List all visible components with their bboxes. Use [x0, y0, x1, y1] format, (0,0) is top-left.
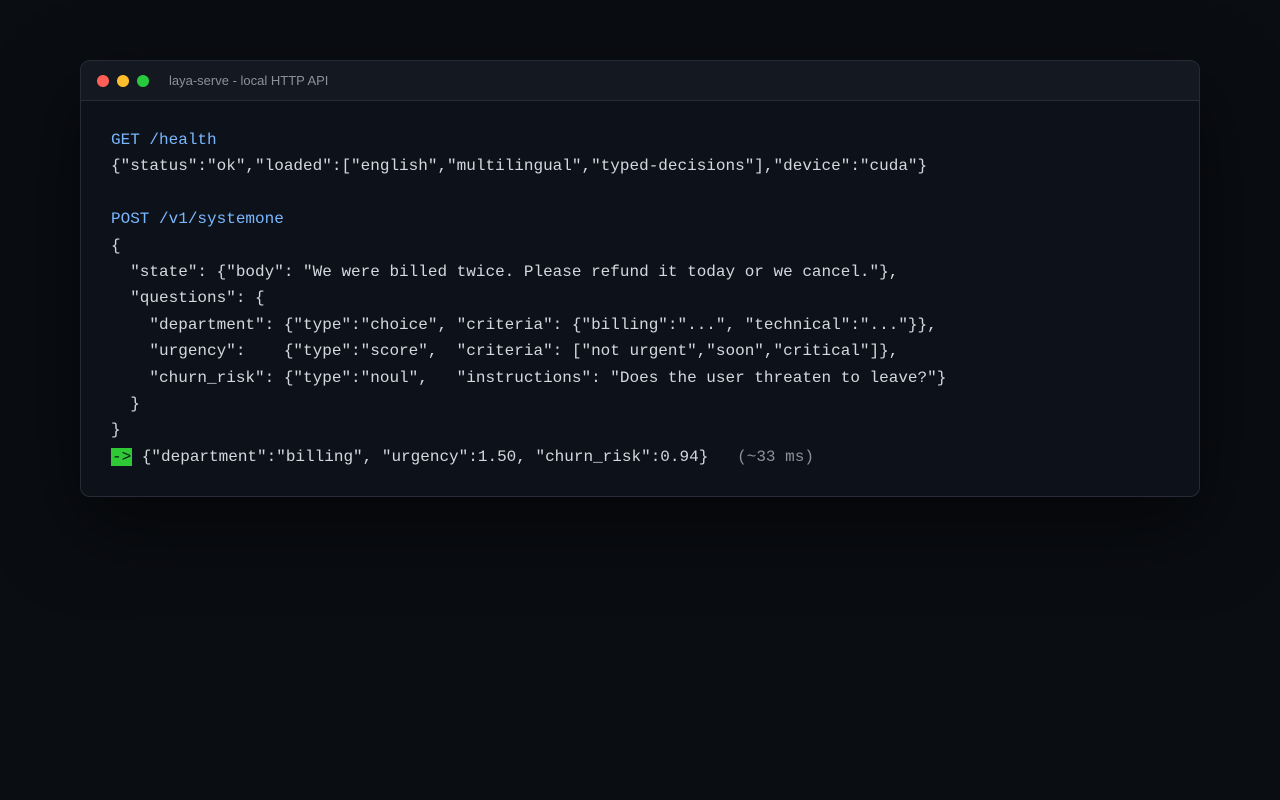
minimize-window-button[interactable] — [117, 74, 129, 87]
result-json: {"department":"billing", "urgency":1.50,… — [132, 447, 738, 466]
request-body-line: "churn_risk": {"type":"noul", "instructi… — [111, 368, 947, 387]
health-request-line: GET /health — [111, 131, 217, 149]
request-body-line: } — [111, 421, 121, 440]
request-body-line: "urgency": {"type":"score", "criteria": … — [111, 342, 899, 361]
terminal-window: laya-serve - local HTTP API GET /health … — [80, 60, 1200, 497]
request-body-line: { — [111, 236, 121, 255]
window-title: laya-serve - local HTTP API — [169, 73, 329, 88]
post-request-line: POST /v1/systemone — [111, 210, 284, 229]
timing-text: (~33 ms) — [737, 447, 814, 466]
result-line: -> {"department":"billing", "urgency":1.… — [111, 444, 1169, 470]
health-response-line: {"status":"ok","loaded":["english","mult… — [111, 157, 928, 176]
request-body-line: "questions": { — [111, 289, 265, 308]
title-bar: laya-serve - local HTTP API — [81, 61, 1199, 101]
maximize-window-button[interactable] — [137, 74, 149, 87]
request-body-line: "department": {"type":"choice", "criteri… — [111, 315, 937, 334]
result-arrow-icon: -> — [111, 447, 133, 466]
terminal-output: GET /health {"status":"ok","loaded":["en… — [81, 101, 1199, 470]
close-window-button[interactable] — [97, 74, 109, 87]
request-body-line: } — [111, 394, 140, 413]
request-body-line: "state": {"body": "We were billed twice.… — [111, 262, 899, 281]
